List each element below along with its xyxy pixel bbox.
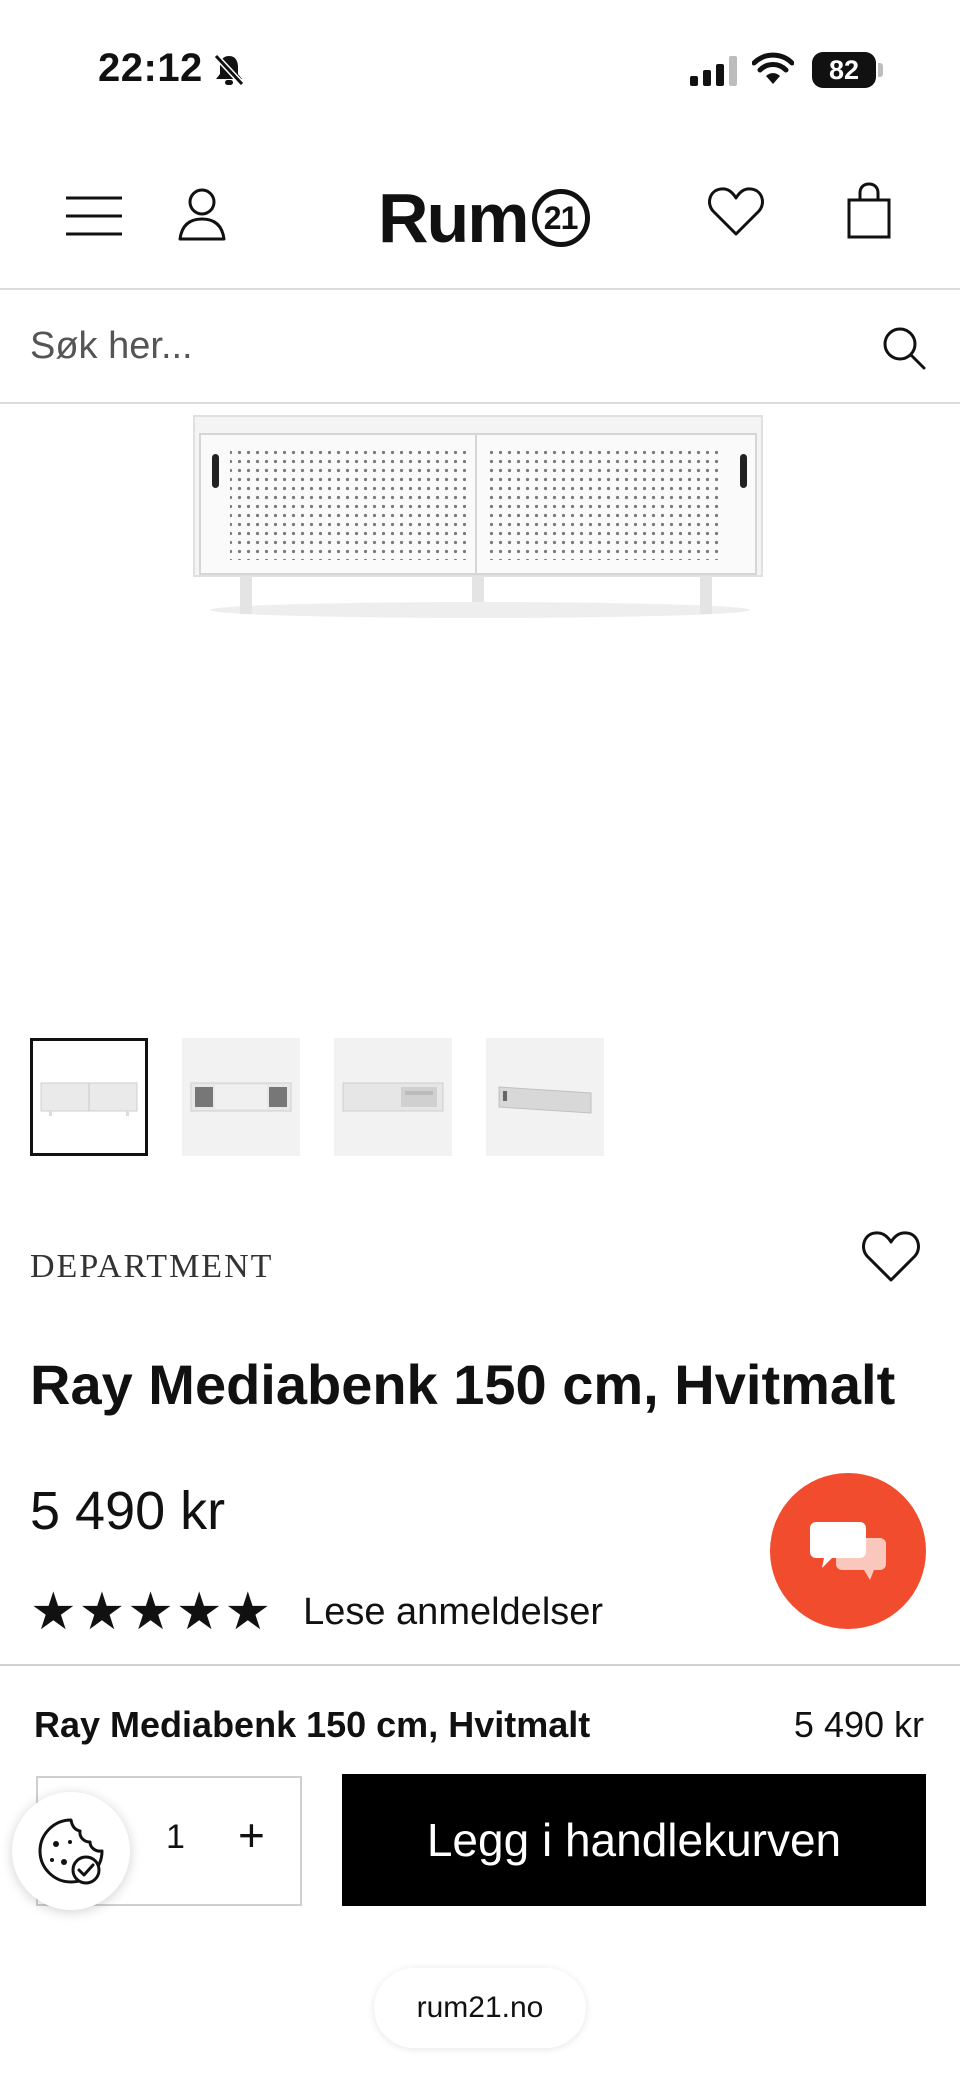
thumbnail-2[interactable]	[182, 1038, 300, 1156]
user-icon	[178, 188, 226, 241]
heart-icon	[862, 1231, 920, 1282]
add-to-cart-button[interactable]: Legg i handlekurven	[342, 1774, 926, 1906]
battery-level: 82	[828, 54, 860, 85]
thumbnail-3[interactable]	[334, 1038, 452, 1156]
read-reviews-link[interactable]: Lese anmeldelser	[303, 1591, 603, 1634]
heart-icon	[708, 187, 764, 236]
wishlist-button[interactable]	[706, 184, 766, 240]
add-to-wishlist-button[interactable]	[860, 1228, 922, 1286]
status-bar: 22:12 82	[0, 0, 960, 140]
search-input[interactable]	[30, 314, 850, 378]
thumbnail-4[interactable]	[486, 1038, 604, 1156]
quantity-value[interactable]: 1	[166, 1818, 185, 1857]
bell-slash-icon	[212, 52, 246, 93]
product-main-image[interactable]	[190, 412, 770, 622]
chat-button[interactable]	[770, 1473, 926, 1629]
site-header: Rum 21	[0, 140, 960, 290]
product-rating: ★★★★★ Lese anmeldelser	[30, 1586, 603, 1638]
search-bar	[0, 290, 960, 404]
search-icon	[883, 327, 926, 370]
thumbnail-strip	[30, 1038, 604, 1156]
logo-text: Rum	[378, 179, 530, 257]
product-brand[interactable]: DEPARTMENT	[30, 1248, 273, 1286]
cart-button[interactable]	[844, 180, 894, 242]
cookie-settings-button[interactable]	[12, 1792, 130, 1910]
product-title: Ray Mediabenk 150 cm, Hvitmalt	[30, 1353, 896, 1416]
menu-button[interactable]	[64, 188, 124, 244]
star-rating: ★★★★★	[30, 1583, 274, 1641]
browser-url-bar[interactable]: rum21.no	[374, 1968, 586, 2048]
battery-indicator: 82	[812, 52, 876, 88]
sticky-product-price: 5 490 kr	[793, 1704, 924, 1745]
cellular-signal-icon	[690, 56, 737, 86]
chat-bubbles-icon	[810, 1522, 886, 1580]
cookie-icon	[38, 1818, 104, 1885]
status-time: 22:12	[98, 46, 203, 90]
account-button[interactable]	[174, 182, 230, 246]
logo-number: 21	[531, 189, 590, 247]
thumbnail-1[interactable]	[30, 1038, 148, 1156]
wifi-icon	[751, 52, 795, 91]
shopping-bag-icon	[847, 182, 891, 239]
sticky-product-title: Ray Mediabenk 150 cm, Hvitmalt	[34, 1704, 591, 1745]
battery-nub	[878, 63, 883, 77]
search-button[interactable]	[880, 324, 928, 372]
site-logo[interactable]: Rum 21	[378, 178, 590, 258]
hamburger-menu-icon	[66, 196, 122, 236]
product-price: 5 490 kr	[30, 1481, 226, 1541]
quantity-increase-button[interactable]: +	[238, 1812, 265, 1858]
